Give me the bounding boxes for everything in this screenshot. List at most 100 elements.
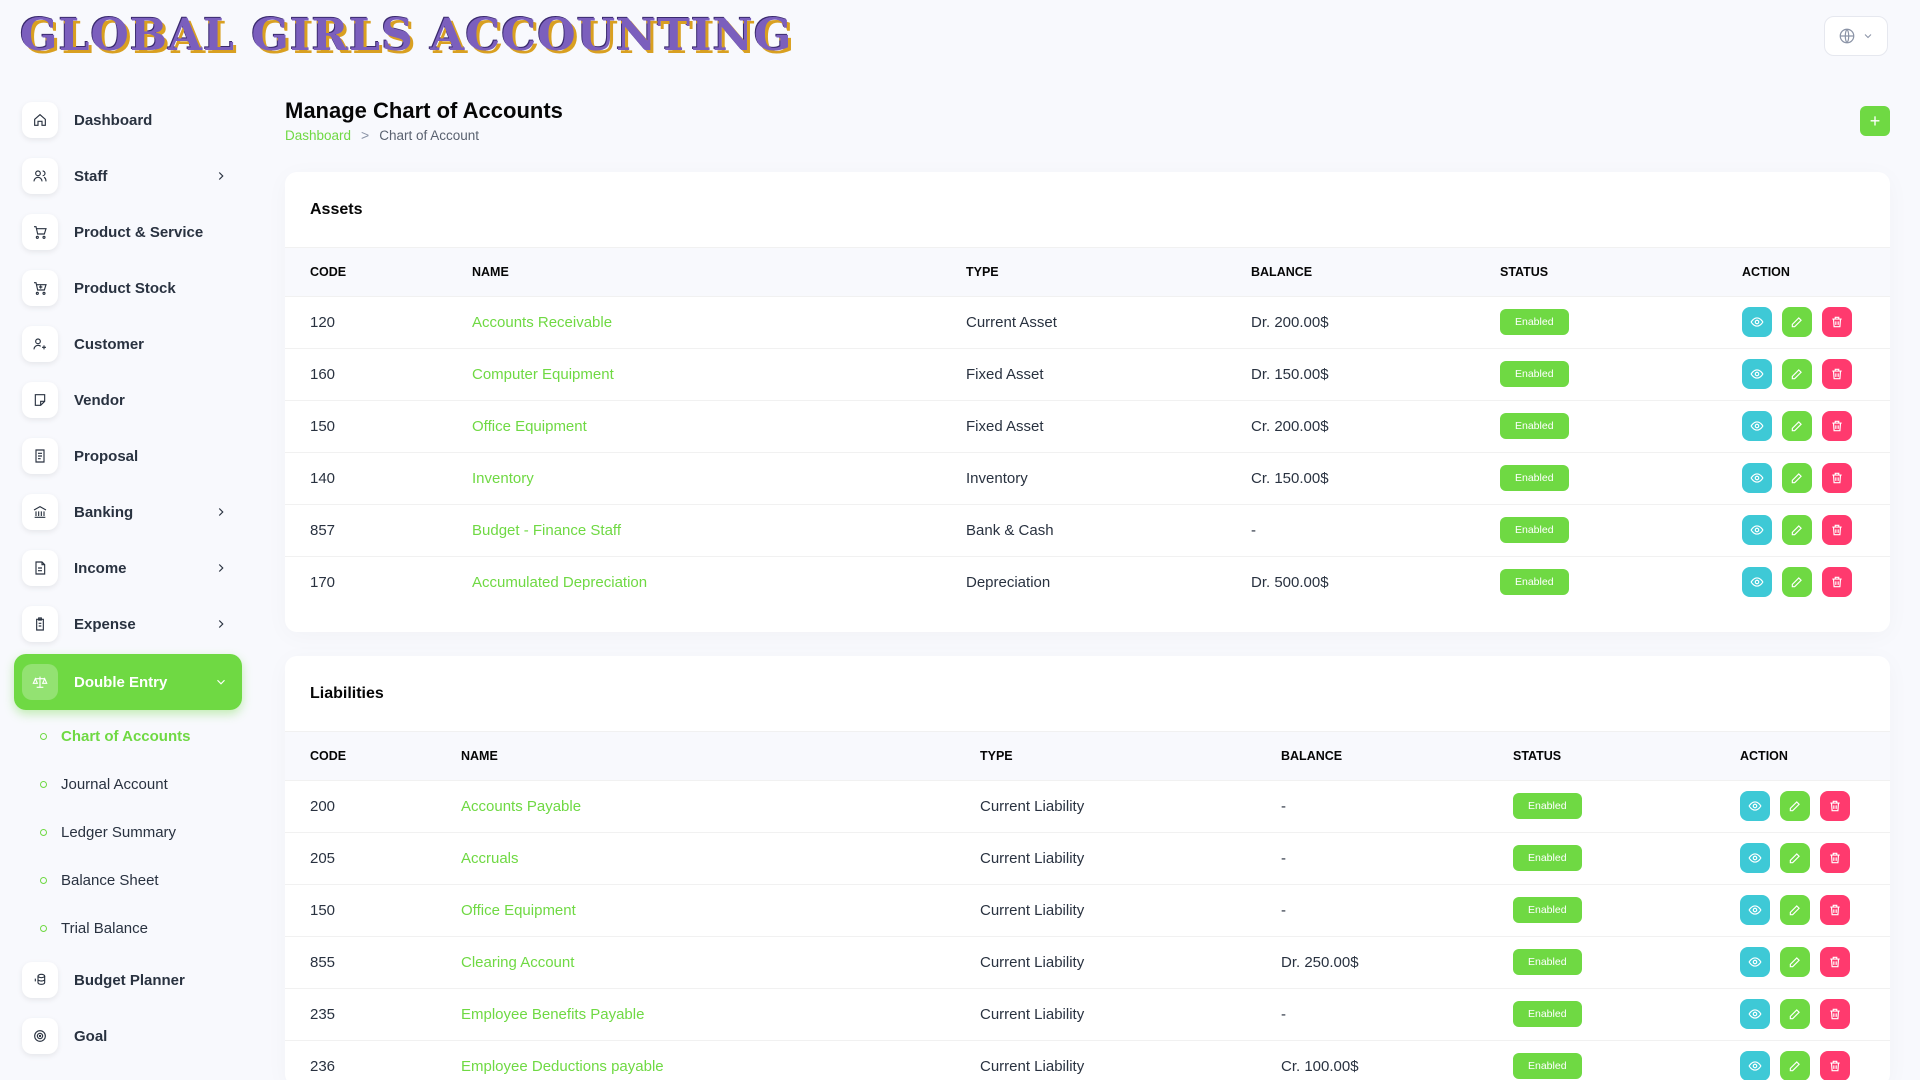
account-name-link[interactable]: Clearing Account [461, 954, 574, 971]
view-button[interactable] [1742, 411, 1772, 441]
view-button[interactable] [1740, 895, 1770, 925]
account-name-link[interactable]: Accounts Payable [461, 798, 581, 815]
sidebar-item-goal[interactable]: Goal [14, 1008, 242, 1064]
delete-button[interactable] [1820, 947, 1850, 977]
delete-button[interactable] [1820, 791, 1850, 821]
delete-button[interactable] [1822, 463, 1852, 493]
sidebar-subitem-balance-sheet[interactable]: Balance Sheet [14, 856, 242, 904]
column-header: Name [461, 748, 498, 763]
view-button[interactable] [1740, 1051, 1770, 1080]
account-name-link[interactable]: Budget - Finance Staff [472, 522, 621, 539]
clipboard-icon [22, 606, 58, 642]
pencil-icon [1790, 367, 1804, 381]
sidebar-item-customer[interactable]: Customer [14, 316, 242, 372]
delete-button[interactable] [1822, 567, 1852, 598]
trash-icon [1828, 1007, 1842, 1021]
sidebar-item-income[interactable]: Income [14, 540, 242, 596]
account-name-link[interactable]: Accruals [461, 850, 519, 867]
sidebar-subitem-ledger-summary[interactable]: Ledger Summary [14, 808, 242, 856]
delete-button[interactable] [1820, 1051, 1850, 1080]
trash-icon [1828, 1059, 1842, 1073]
row-actions [1742, 515, 1865, 545]
table-row: 200 Accounts Payable Current Liability - Ena… [285, 779, 1890, 832]
sidebar-item-banking[interactable]: Banking [14, 484, 242, 540]
sidebar-item-expense[interactable]: Expense [14, 596, 242, 652]
table-body: 120 Accounts Receivable Current Asset Dr. 2… [285, 295, 1890, 608]
sidebar-subitem-journal-account[interactable]: Journal Account [14, 760, 242, 808]
edit-button[interactable] [1780, 947, 1810, 977]
account-name-link[interactable]: Computer Equipment [472, 366, 614, 383]
account-name-link[interactable]: Office Equipment [461, 902, 576, 919]
view-button[interactable] [1740, 999, 1770, 1029]
pencil-icon [1788, 903, 1802, 917]
view-button[interactable] [1740, 791, 1770, 821]
edit-button[interactable] [1780, 895, 1810, 925]
sidebar-item-label: Staff [74, 167, 108, 185]
view-button[interactable] [1742, 463, 1772, 493]
table-row: 236 Employee Deductions payable Current Li… [285, 1039, 1890, 1080]
view-button[interactable] [1740, 843, 1770, 873]
account-code: 150 [285, 399, 447, 452]
account-balance: Cr. 100.00$ [1256, 1039, 1488, 1080]
view-button[interactable] [1740, 947, 1770, 977]
sidebar-item-product-service[interactable]: Product & Service [14, 204, 242, 260]
view-button[interactable] [1742, 307, 1772, 337]
view-button[interactable] [1742, 515, 1772, 545]
table-body: 200 Accounts Payable Current Liability - Ena… [285, 779, 1890, 1080]
account-type: Inventory [941, 451, 1226, 504]
breadcrumb-home-link[interactable]: Dashboard [285, 128, 351, 143]
edit-button[interactable] [1780, 999, 1810, 1029]
edit-button[interactable] [1782, 567, 1812, 598]
edit-button[interactable] [1782, 515, 1812, 545]
sidebar-subitem-label: Ledger Summary [61, 823, 177, 841]
delete-button[interactable] [1820, 843, 1850, 873]
sidebar-item-proposal[interactable]: Proposal [14, 428, 242, 484]
delete-button[interactable] [1822, 307, 1852, 337]
edit-button[interactable] [1782, 463, 1812, 493]
sidebar-item-budget-planner[interactable]: Budget Planner [14, 952, 242, 1008]
edit-button[interactable] [1780, 843, 1810, 873]
account-code: 170 [285, 555, 447, 608]
accounts-table: Code Name Type Balance Status Action 120… [285, 248, 1890, 608]
delete-button[interactable] [1820, 999, 1850, 1029]
account-code: 235 [285, 987, 436, 1040]
accounts-table: Code Name Type Balance Status Action 200… [285, 732, 1890, 1080]
account-name-link[interactable]: Accumulated Depreciation [472, 574, 647, 591]
account-name-link[interactable]: Accounts Receivable [472, 314, 612, 331]
edit-button[interactable] [1782, 411, 1812, 441]
pencil-icon [1788, 1059, 1802, 1073]
delete-button[interactable] [1822, 515, 1852, 545]
trash-icon [1830, 315, 1844, 329]
account-name-link[interactable]: Office Equipment [472, 418, 587, 435]
sidebar-item-product-stock[interactable]: Product Stock [14, 260, 242, 316]
trash-icon [1830, 367, 1844, 381]
delete-button[interactable] [1820, 895, 1850, 925]
delete-button[interactable] [1822, 359, 1852, 389]
account-name-link[interactable]: Employee Deductions payable [461, 1058, 664, 1075]
account-name-link[interactable]: Inventory [472, 470, 534, 487]
account-balance: Dr. 250.00$ [1256, 935, 1488, 988]
view-button[interactable] [1742, 567, 1772, 598]
edit-button[interactable] [1780, 1051, 1810, 1080]
eye-icon [1750, 367, 1764, 381]
column-header: Status [1500, 264, 1549, 279]
account-code: 120 [285, 295, 447, 348]
sidebar-item-vendor[interactable]: Vendor [14, 372, 242, 428]
sidebar-subitem-trial-balance[interactable]: Trial Balance [14, 904, 242, 952]
row-actions [1740, 947, 1865, 977]
sidebar-subitem-label: Trial Balance [61, 919, 148, 937]
edit-button[interactable] [1782, 359, 1812, 389]
account-name-link[interactable]: Employee Benefits Payable [461, 1006, 644, 1023]
language-selector[interactable] [1824, 16, 1888, 56]
sidebar-item-staff[interactable]: Staff [14, 148, 242, 204]
target-icon [22, 1018, 58, 1054]
add-account-button[interactable]: + [1860, 106, 1890, 136]
table-row: 150 Office Equipment Fixed Asset Cr. 200.00… [285, 399, 1890, 452]
delete-button[interactable] [1822, 411, 1852, 441]
sidebar-item-dashboard[interactable]: Dashboard [14, 92, 242, 148]
view-button[interactable] [1742, 359, 1772, 389]
sidebar-subitem-chart-of-accounts[interactable]: Chart of Accounts [14, 712, 242, 760]
sidebar-item-double-entry[interactable]: Double Entry [14, 654, 242, 710]
edit-button[interactable] [1780, 791, 1810, 821]
edit-button[interactable] [1782, 307, 1812, 337]
